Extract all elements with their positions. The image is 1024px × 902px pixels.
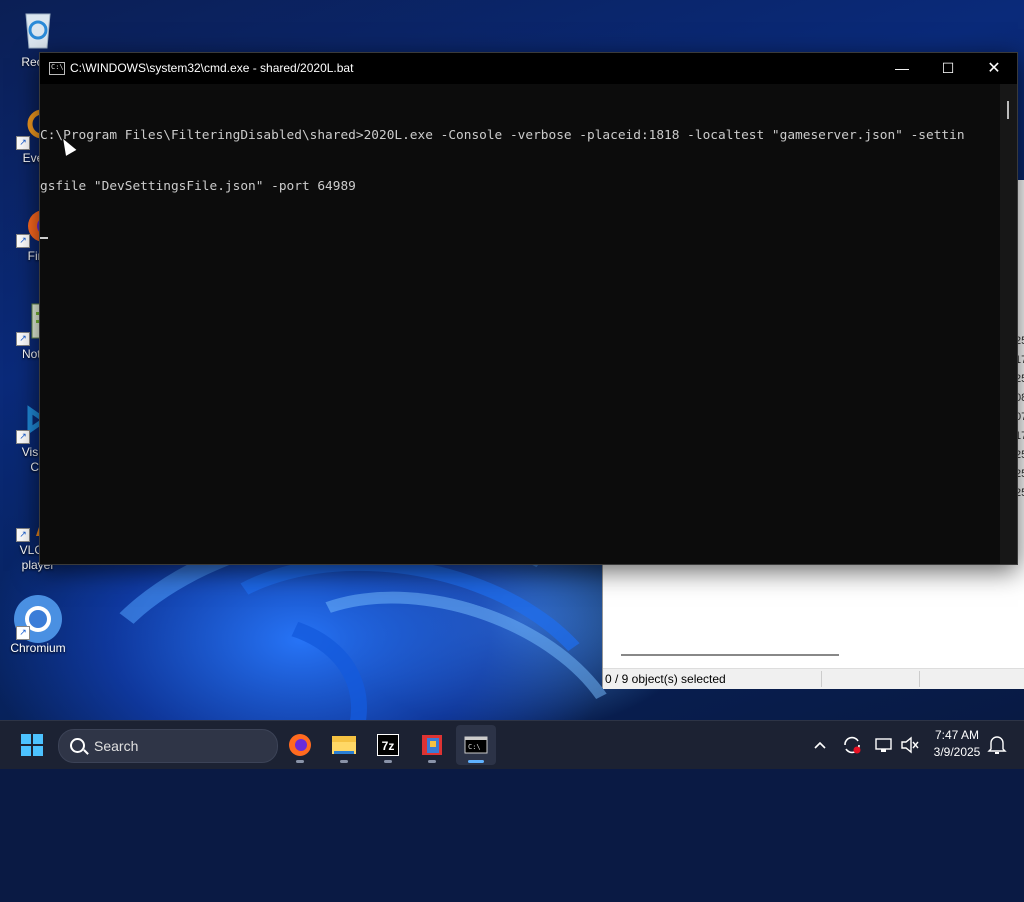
- close-button[interactable]: ✕: [971, 53, 1017, 84]
- status-bar: 0 / 9 object(s) selected: [603, 668, 1024, 689]
- notifications-button[interactable]: [986, 721, 1008, 769]
- show-hidden-icons-button[interactable]: [808, 721, 832, 769]
- search-placeholder: Search: [94, 738, 139, 754]
- vertical-scrollbar[interactable]: [1000, 84, 1017, 564]
- running-indicator: [296, 760, 304, 763]
- archive-app-icon: [422, 735, 442, 755]
- winrar-taskbar-button[interactable]: [412, 725, 452, 765]
- shortcut-arrow-icon: ↗: [16, 430, 30, 444]
- 7zip-taskbar-button[interactable]: 7z: [368, 725, 408, 765]
- firefox-icon: [289, 734, 311, 756]
- recycle-bin-icon: [16, 8, 60, 52]
- 7zip-icon: 7z: [377, 734, 399, 756]
- firefox-taskbar-button[interactable]: [280, 725, 320, 765]
- svg-text:C:\: C:\: [468, 743, 481, 751]
- terminal-taskbar-button[interactable]: C:\: [456, 725, 496, 765]
- windows-logo-icon: [21, 734, 43, 756]
- bell-icon: [987, 736, 1007, 754]
- taskbar-search[interactable]: Search: [58, 729, 278, 763]
- active-indicator: [468, 760, 484, 763]
- scrollbar-thumb[interactable]: [1007, 101, 1009, 119]
- status-divider: [821, 671, 822, 687]
- update-tray-button[interactable]: [840, 721, 864, 769]
- console-line: C:\Program Files\FilteringDisabled\share…: [40, 128, 965, 143]
- desktop-icon-chromium[interactable]: ↗ Chromium: [0, 594, 76, 656]
- cmd-window[interactable]: C:\ C:\WINDOWS\system32\cmd.exe - shared…: [39, 52, 1018, 565]
- text-cursor: [40, 236, 48, 239]
- window-title: C:\WINDOWS\system32\cmd.exe - shared/202…: [70, 61, 354, 75]
- cmd-titlebar[interactable]: C:\ C:\WINDOWS\system32\cmd.exe - shared…: [40, 53, 1017, 84]
- clock-time: 7:47 AM: [934, 728, 980, 742]
- shortcut-arrow-icon: ↗: [16, 332, 30, 346]
- minimize-button[interactable]: —: [879, 53, 925, 84]
- status-divider: [919, 671, 920, 687]
- network-tray-button[interactable]: [872, 721, 896, 769]
- volume-tray-button[interactable]: [898, 721, 922, 769]
- selection-status: 0 / 9 object(s) selected: [605, 672, 726, 686]
- shortcut-arrow-icon: ↗: [16, 136, 30, 150]
- terminal-icon: C:\: [464, 736, 488, 754]
- clock-date: 3/9/2025: [933, 745, 981, 759]
- chevron-up-icon: [814, 741, 826, 749]
- start-button[interactable]: [12, 725, 52, 765]
- running-indicator: [340, 760, 348, 763]
- taskbar: Search 7z C:\ 7:47 AM 3/9/2025: [0, 720, 1024, 769]
- console-line: gsfile "DevSettingsFile.json" -port 6498…: [40, 179, 356, 194]
- console-output[interactable]: C:\Program Files\FilteringDisabled\share…: [40, 93, 1000, 563]
- sync-alert-icon: [844, 736, 861, 754]
- shortcut-arrow-icon: ↗: [16, 234, 30, 248]
- chromium-icon: ↗: [14, 594, 62, 643]
- running-indicator: [428, 760, 436, 763]
- shortcut-arrow-icon: ↗: [16, 528, 30, 542]
- cmd-app-icon: C:\: [49, 62, 65, 75]
- maximize-button[interactable]: ☐: [925, 53, 971, 84]
- horizontal-scrollbar[interactable]: [621, 654, 839, 656]
- network-icon: [875, 738, 892, 752]
- svg-text:7z: 7z: [382, 739, 395, 753]
- shortcut-arrow-icon: ↗: [16, 626, 30, 640]
- search-icon: [70, 738, 85, 753]
- folder-icon: [332, 736, 356, 754]
- file-explorer-taskbar-button[interactable]: [324, 725, 364, 765]
- taskbar-clock[interactable]: 7:47 AM 3/9/2025: [922, 727, 992, 761]
- speaker-muted-icon: [901, 736, 919, 754]
- console-cursor-line: [40, 229, 1000, 246]
- running-indicator: [384, 760, 392, 763]
